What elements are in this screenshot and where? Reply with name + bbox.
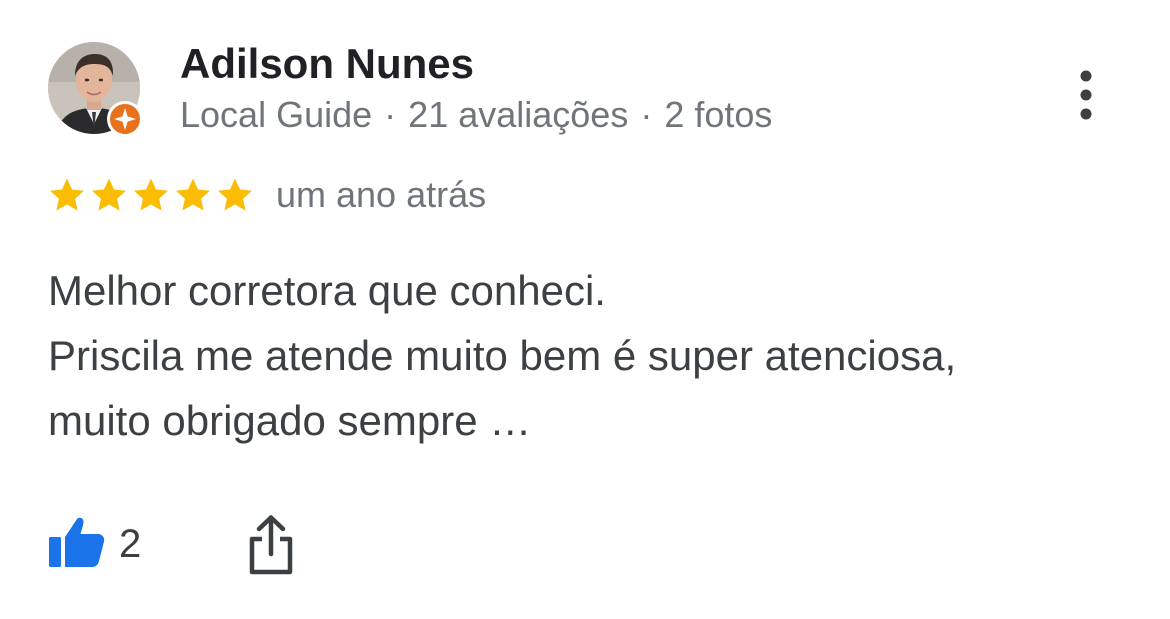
meta-separator: · — [384, 94, 397, 135]
share-button[interactable] — [245, 514, 297, 576]
local-guide-label: Local Guide — [180, 94, 373, 135]
avatar[interactable] — [48, 42, 144, 138]
like-count: 2 — [119, 522, 142, 566]
more-options-button[interactable] — [1066, 66, 1106, 126]
review-text[interactable]: Melhor corretora que conheci. Priscila m… — [48, 258, 1138, 453]
more-vert-icon — [1080, 70, 1092, 120]
reviewer-meta: Local Guide · 21 avaliações · 2 fotos — [180, 94, 772, 136]
star-icon — [134, 178, 168, 211]
meta-separator: · — [640, 94, 653, 135]
reviewer-name[interactable]: Adilson Nunes — [180, 40, 474, 88]
star-icon — [92, 178, 126, 211]
like-button[interactable] — [48, 514, 106, 570]
star-icon — [50, 178, 84, 211]
star-icon — [218, 178, 252, 211]
star-icon — [176, 178, 210, 211]
share-icon — [249, 515, 293, 575]
reviews-count: 21 avaliações — [408, 94, 629, 135]
review-line: muito obrigado sempre … — [48, 397, 532, 444]
thumbs-up-icon — [49, 517, 105, 567]
local-guide-badge-icon — [106, 100, 144, 138]
review-time: um ano atrás — [276, 174, 487, 215]
review-line: Melhor corretora que conheci. — [48, 267, 606, 314]
star-rating — [48, 176, 254, 216]
photos-count: 2 fotos — [664, 94, 773, 135]
review-line: Priscila me atende muito bem é super ate… — [48, 332, 957, 379]
